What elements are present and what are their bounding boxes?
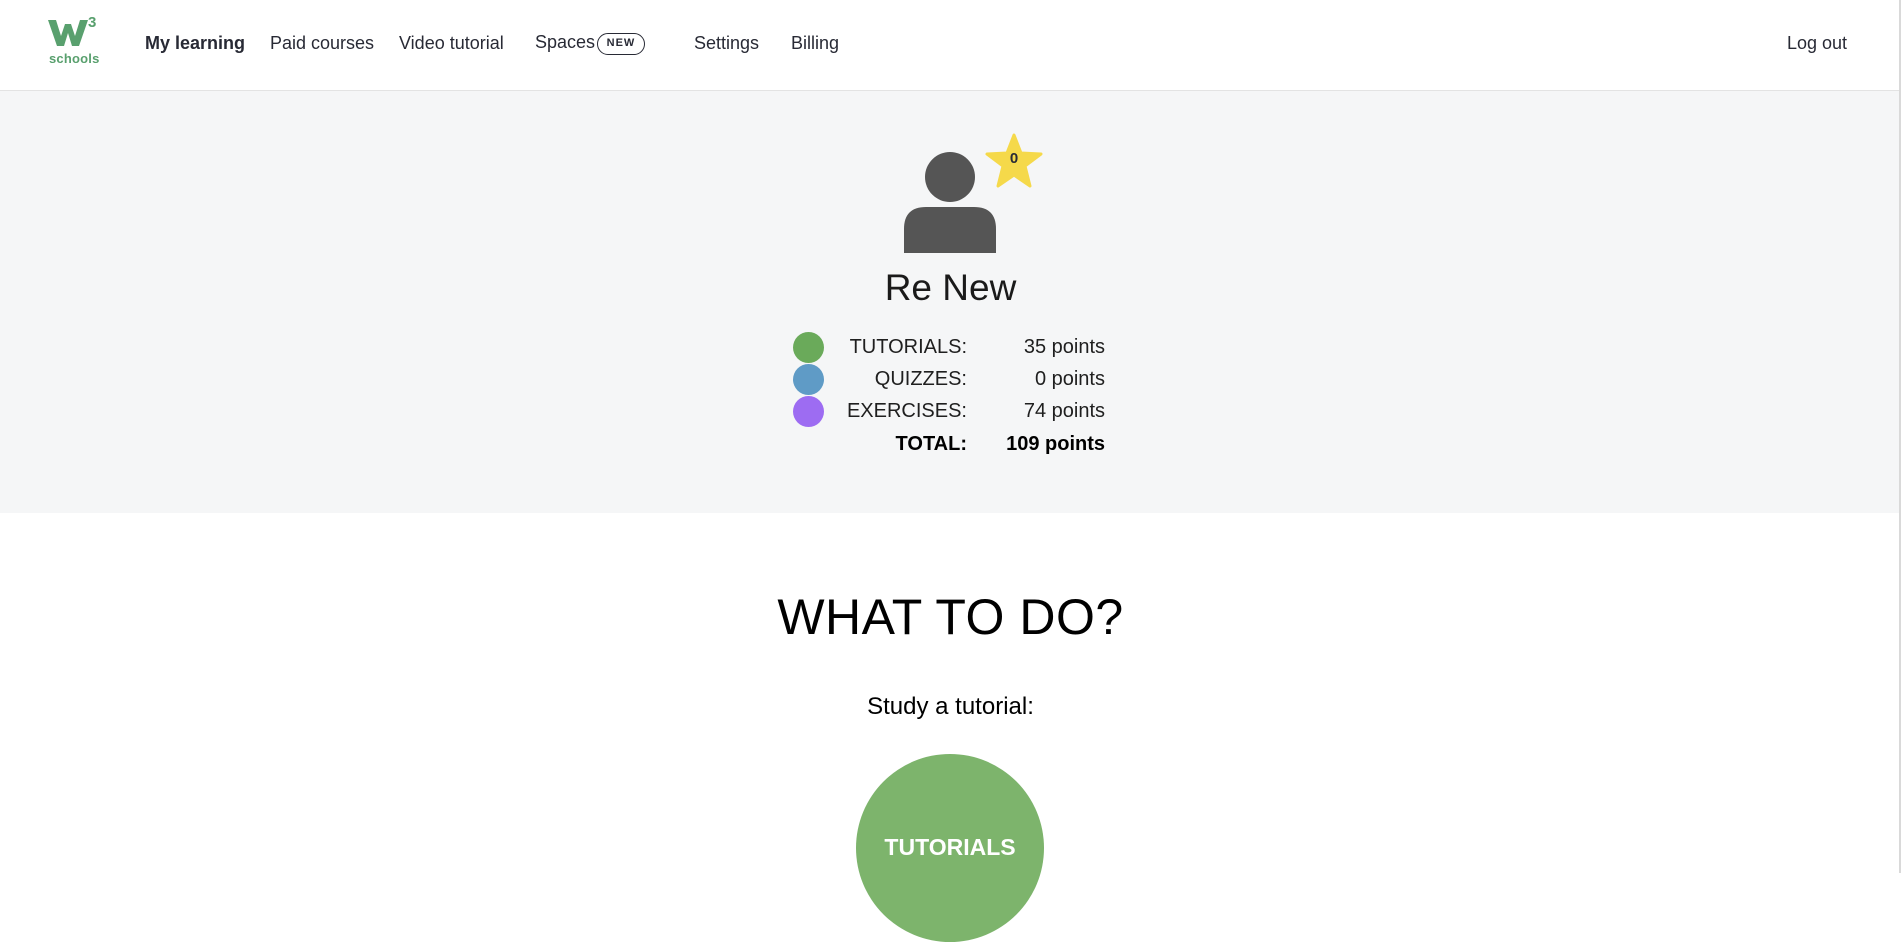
- what-to-do-heading: WHAT TO DO?: [777, 589, 1124, 645]
- study-tutorial-subheading: Study a tutorial:: [867, 693, 1034, 720]
- nav-billing[interactable]: Billing: [791, 33, 839, 54]
- exercises-points: 74 points: [1023, 400, 1105, 422]
- nav-video-tutorial[interactable]: Video tutorial: [399, 33, 504, 54]
- logout-link[interactable]: Log out: [1787, 33, 1847, 54]
- quizzes-dot: [793, 364, 824, 395]
- nav-my-learning[interactable]: My learning: [145, 33, 245, 54]
- star-count: 0: [1009, 150, 1019, 167]
- spaces-new-badge: NEW: [597, 33, 645, 55]
- tutorials-dot: [793, 332, 824, 363]
- logo-superscript: 3: [88, 14, 97, 31]
- top-navigation: 3 schools My learning Paid courses Video…: [0, 0, 1901, 91]
- tutorials-button[interactable]: TUTORIALS: [856, 754, 1044, 942]
- exercises-dot: [793, 396, 824, 427]
- total-label: TOTAL:: [895, 433, 967, 455]
- total-points: 109 points: [1006, 433, 1105, 455]
- nav-paid-courses[interactable]: Paid courses: [270, 33, 374, 54]
- nav-settings[interactable]: Settings: [694, 33, 759, 54]
- w3schools-logo[interactable]: 3 schools: [48, 14, 100, 66]
- user-name: Re New: [884, 267, 1017, 308]
- nav-spaces[interactable]: Spaces: [535, 32, 595, 53]
- tutorials-button-label: TUTORIALS: [884, 834, 1016, 860]
- tutorials-label: TUTORIALS:: [849, 336, 967, 358]
- logo-text: schools: [49, 51, 100, 66]
- user-avatar-icon: [904, 152, 996, 253]
- page: 3 schools My learning Paid courses Video…: [0, 0, 1901, 942]
- tutorials-points: 35 points: [1023, 336, 1105, 358]
- profile-section: 0 Re New TUTORIALS: 35 points QUIZZES: 0…: [0, 91, 1901, 513]
- quizzes-label: QUIZZES:: [874, 368, 967, 390]
- quizzes-points: 0 points: [1034, 368, 1105, 390]
- exercises-label: EXERCISES:: [846, 400, 967, 422]
- w3-logo-icon: [48, 20, 88, 46]
